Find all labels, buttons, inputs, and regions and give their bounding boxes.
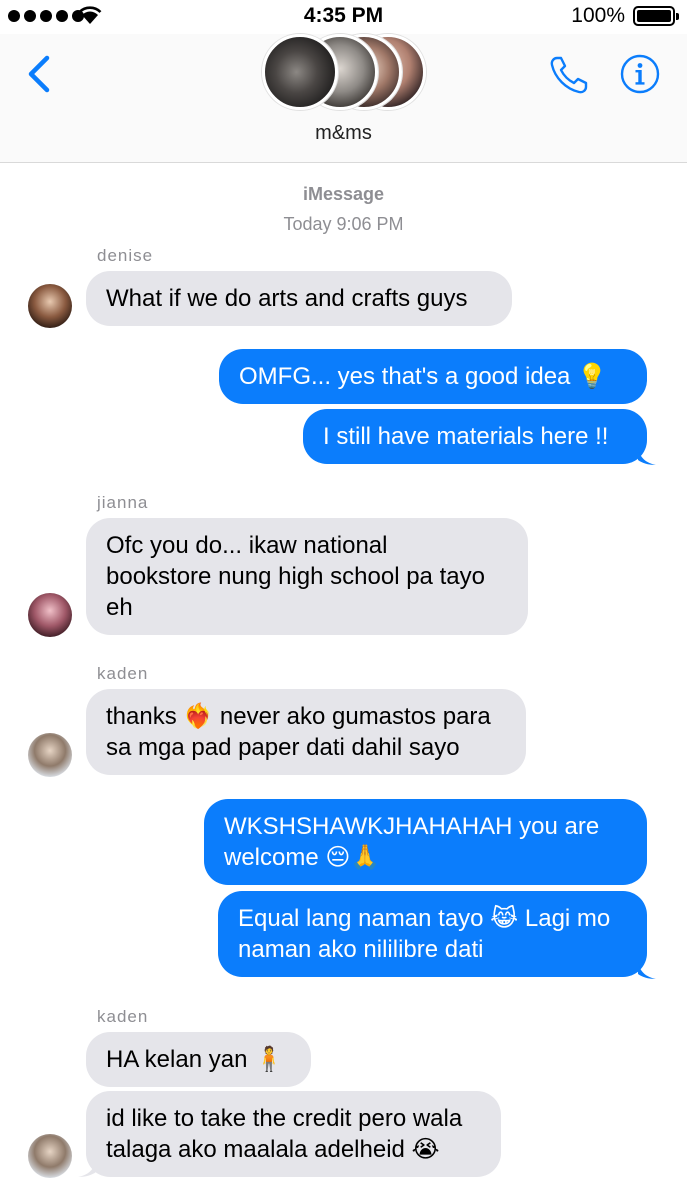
message-bubble[interactable]: HA kelan yan 🧍 xyxy=(86,1032,311,1087)
bubble-tail xyxy=(78,1160,96,1177)
battery-percent: 100% xyxy=(571,4,625,27)
conversation-header: m&ms xyxy=(0,34,687,163)
message-line: eh xyxy=(106,594,133,621)
avatar[interactable] xyxy=(28,733,72,777)
bubble-tail xyxy=(638,962,656,979)
bubble-tail xyxy=(638,448,656,465)
message-bubble[interactable]: What if we do arts and crafts guys xyxy=(86,271,512,326)
avatar xyxy=(262,34,338,110)
group-avatar-stack[interactable] xyxy=(262,34,427,114)
message-bubble[interactable]: OMFG... yes that's a good idea 💡 xyxy=(219,349,647,404)
message-text: HA kelan yan 🧍 xyxy=(106,1046,284,1073)
message-bubble[interactable]: Ofc you do... ikaw national bookstore nu… xyxy=(86,518,528,635)
message-line: id like to take the credit pero wala xyxy=(106,1105,463,1132)
avatar[interactable] xyxy=(28,284,72,328)
sender-name: denise xyxy=(97,246,154,265)
battery-icon xyxy=(633,6,679,26)
avatar[interactable] xyxy=(28,593,72,637)
message-bubble[interactable]: thanks ❤️‍🔥 never ako gumastos para sa m… xyxy=(86,689,526,775)
message-bubble[interactable]: I still have materials here !! xyxy=(303,409,647,464)
message-line: welcome 😔🙏 xyxy=(224,844,381,871)
message-line: naman ako nililibre dati xyxy=(238,936,484,963)
message-text: I still have materials here !! xyxy=(323,423,609,450)
message-bubble[interactable]: WKSHSHAWKJHAHAHAH you are welcome 😔🙏 xyxy=(204,799,647,885)
message-text: OMFG... yes that's a good idea 💡 xyxy=(239,363,607,390)
sender-name: kaden xyxy=(97,664,149,683)
status-bar: 4:35 PM 100% xyxy=(0,0,687,34)
sender-name: kaden xyxy=(97,1007,149,1026)
message-bubble[interactable]: id like to take the credit pero wala tal… xyxy=(86,1091,501,1177)
message-line: Equal lang naman tayo 😹 Lagi mo xyxy=(238,905,611,932)
sender-name: jianna xyxy=(97,493,149,512)
message-line: Ofc you do... ikaw national xyxy=(106,532,388,559)
message-text: What if we do arts and crafts guys xyxy=(106,285,468,312)
message-line: sa mga pad paper dati dahil sayo xyxy=(106,734,460,761)
info-icon[interactable] xyxy=(620,54,660,94)
message-line: thanks ❤️‍🔥 never ako gumastos para xyxy=(106,703,491,730)
back-chevron-icon[interactable] xyxy=(22,52,56,96)
message-line: WKSHSHAWKJHAHAHAH you are xyxy=(224,813,600,840)
message-line: talaga ako maalala adelheid 😭 xyxy=(106,1136,440,1163)
message-bubble[interactable]: Equal lang naman tayo 😹 Lagi mo naman ak… xyxy=(218,891,647,977)
group-name[interactable]: m&ms xyxy=(0,122,687,145)
conversation-timestamp: Today 9:06 PM xyxy=(283,214,404,234)
message-line: bookstore nung high school pa tayo xyxy=(106,563,485,590)
service-label: iMessage xyxy=(302,184,385,204)
phone-icon[interactable] xyxy=(548,54,590,96)
avatar[interactable] xyxy=(28,1134,72,1178)
